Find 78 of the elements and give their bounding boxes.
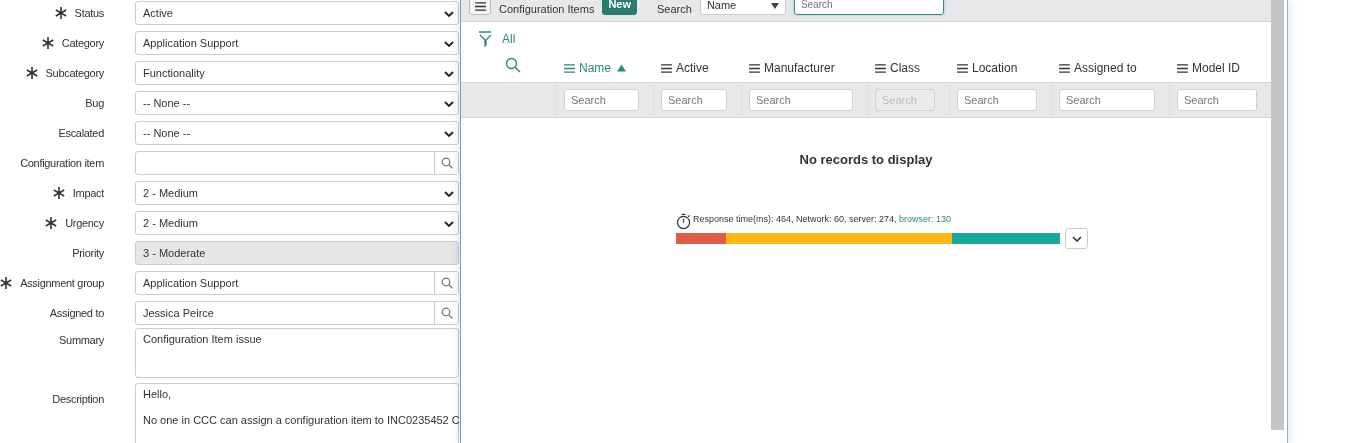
select-field[interactable]: -- None -- — [135, 91, 459, 115]
field-label: Bug — [85, 97, 104, 109]
field-label: Impact — [72, 187, 104, 199]
search-input[interactable]: Search — [793, 0, 944, 15]
menu-icon — [749, 63, 760, 73]
select-field[interactable]: Application Support — [135, 31, 459, 55]
chevron-icon — [444, 101, 454, 107]
chevron-icon — [444, 11, 454, 17]
field-label: Status — [74, 7, 104, 19]
lookup-field[interactable]: Application Support — [135, 271, 459, 295]
menu-button[interactable] — [469, 0, 491, 15]
column-search-field[interactable]: Search — [957, 89, 1037, 111]
column-header[interactable]: Assigned to — [1051, 61, 1169, 75]
new-button[interactable]: New — [602, 0, 637, 15]
select-field[interactable]: Active — [135, 1, 459, 25]
field-value: Jessica Peirce — [142, 307, 215, 319]
chevron-icon — [444, 131, 454, 137]
field-label: Urgency — [65, 217, 104, 229]
field-value: Application Support — [142, 277, 240, 289]
filter-icon[interactable] — [478, 31, 492, 47]
stopwatch-icon — [676, 213, 691, 230]
sort-ascending-icon — [617, 64, 626, 72]
menu-icon — [957, 63, 968, 73]
search-icon[interactable] — [505, 57, 521, 73]
field-label: Subcategory — [45, 67, 104, 79]
readonly-field: 3 - Moderate — [135, 241, 459, 265]
search-icon — [440, 157, 453, 169]
select-field[interactable]: 2 - Medium — [135, 211, 459, 235]
column-header[interactable]: Manufacturer — [741, 61, 867, 75]
menu-icon — [1177, 63, 1188, 73]
column-search-field[interactable]: Search — [1177, 89, 1257, 111]
field-label: Assigned to — [49, 307, 104, 319]
search-button[interactable] — [434, 302, 458, 324]
column-header[interactable]: Location — [949, 61, 1051, 75]
column-header[interactable]: Active — [653, 61, 741, 75]
field-label: Priority — [72, 247, 104, 259]
lookup-field[interactable] — [135, 151, 459, 175]
empty-message: No records to display — [799, 152, 933, 167]
column-header[interactable]: Name — [556, 61, 653, 75]
column-search-field[interactable]: Search — [564, 89, 639, 111]
field-label: Description — [52, 393, 104, 405]
expand-button[interactable] — [1065, 228, 1088, 249]
description-text: Hello, — [143, 388, 172, 400]
column-search-field[interactable]: Search — [661, 89, 727, 111]
column-search-field[interactable]: Search — [749, 89, 853, 111]
column-header[interactable]: Model ID — [1169, 61, 1271, 75]
menu-icon — [661, 63, 672, 73]
field-label: Category — [61, 37, 104, 49]
field-label: Configuration item — [20, 157, 104, 169]
lookup-field[interactable]: Jessica Peirce — [135, 301, 459, 325]
scrollbar[interactable] — [1271, 0, 1284, 430]
chevron-icon — [444, 71, 454, 77]
field-label: Assignment group — [20, 277, 104, 289]
column-search-field[interactable]: Search — [1059, 89, 1155, 111]
search-button[interactable] — [434, 272, 458, 294]
select-field[interactable]: -- None -- — [135, 121, 459, 145]
menu-icon — [875, 63, 886, 73]
select-field[interactable]: Functionality — [135, 61, 459, 85]
description-text: No one in CCC can assign a configuration item to INC0235452 C — [143, 414, 460, 426]
menu-icon — [564, 63, 575, 73]
menu-icon — [474, 1, 486, 11]
field-label: Summary — [59, 334, 104, 346]
search-label: Search — [657, 3, 692, 15]
chevron-icon — [444, 41, 454, 47]
search-field-select[interactable]: Name — [699, 0, 786, 15]
chevron-icon — [444, 191, 454, 197]
chevron-icon — [444, 221, 454, 227]
response-time-text: Response time(ms): 464, Network: 60, server: 274, browser: 130 — [693, 214, 952, 224]
select-field[interactable]: 2 - Medium — [135, 181, 459, 205]
search-button[interactable] — [434, 152, 458, 174]
list-title: Configuration Items — [499, 3, 595, 15]
menu-icon — [1059, 63, 1070, 73]
filter-breadcrumb[interactable]: All — [502, 32, 516, 46]
search-icon — [440, 307, 453, 319]
chevron-icon — [1071, 235, 1082, 242]
search-icon — [440, 277, 453, 289]
summary-field[interactable]: Configuration Item issue — [135, 328, 459, 378]
field-label: Escalated — [58, 127, 104, 139]
